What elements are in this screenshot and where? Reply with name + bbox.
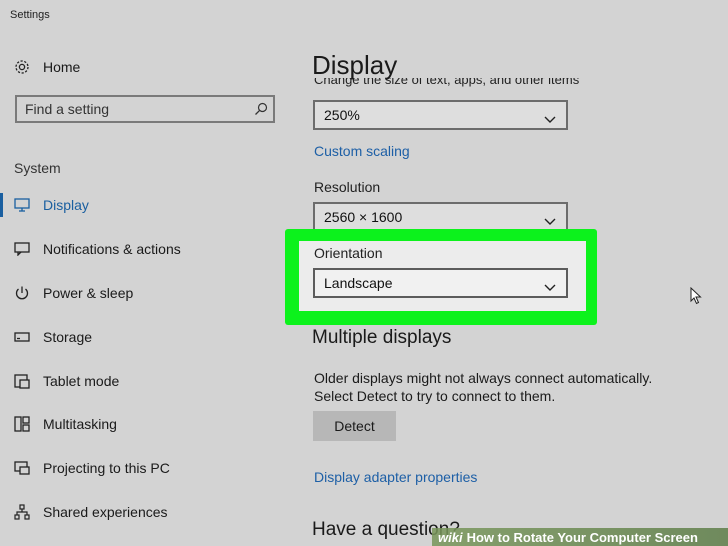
watermark-banner: wiki How to Rotate Your Computer Screen: [432, 528, 728, 546]
sidebar-item-label: Power & sleep: [43, 285, 134, 301]
sidebar-home-label: Home: [43, 59, 81, 75]
resolution-dropdown[interactable]: 2560 × 1600: [313, 202, 568, 232]
cursor-icon: [690, 286, 702, 310]
display-adapter-link[interactable]: Display adapter properties: [314, 469, 477, 485]
search-box[interactable]: [15, 95, 275, 123]
scale-dropdown[interactable]: 250%: [313, 100, 568, 130]
share-icon: [12, 503, 32, 521]
detect-button[interactable]: Detect: [313, 411, 396, 441]
sidebar-item-storage[interactable]: Storage: [12, 325, 92, 349]
sidebar-item-tablet[interactable]: Tablet mode: [12, 369, 119, 393]
window-title: Settings: [10, 9, 50, 21]
scale-value: 250%: [324, 107, 360, 123]
sidebar-home[interactable]: Home: [12, 55, 80, 79]
sidebar-item-shared[interactable]: Shared experiences: [12, 500, 168, 524]
orientation-label: Orientation: [314, 245, 383, 261]
custom-scaling-link[interactable]: Custom scaling: [314, 143, 410, 159]
chevron-down-icon: [544, 279, 556, 295]
page-title: Display: [312, 50, 398, 80]
multitasking-icon: [12, 415, 32, 433]
sidebar-item-label: Display: [43, 197, 89, 213]
sidebar-item-notifications[interactable]: Notifications & actions: [12, 237, 181, 261]
power-icon: [12, 284, 32, 302]
sidebar-item-label: Projecting to this PC: [43, 460, 170, 476]
sidebar-item-label: Shared experiences: [43, 504, 168, 520]
monitor-icon: [12, 196, 32, 214]
active-indicator: [0, 193, 3, 217]
watermark-brand: wiki: [438, 529, 463, 545]
chevron-down-icon: [544, 213, 556, 229]
sidebar-item-label: Multitasking: [43, 416, 117, 432]
orientation-value: Landscape: [324, 275, 393, 291]
sidebar-item-multitasking[interactable]: Multitasking: [12, 412, 117, 436]
gear-icon: [12, 58, 32, 76]
projector-icon: [12, 459, 32, 477]
search-input[interactable]: [25, 101, 245, 117]
sidebar-item-power[interactable]: Power & sleep: [12, 281, 133, 305]
notification-icon: [12, 240, 32, 258]
sidebar-item-projecting[interactable]: Projecting to this PC: [12, 456, 170, 480]
sidebar-item-display[interactable]: Display: [12, 193, 89, 217]
sidebar-item-label: Tablet mode: [43, 373, 120, 389]
multiple-displays-text: Older displays might not always connect …: [314, 370, 653, 404]
multiple-displays-heading: Multiple displays: [312, 327, 452, 348]
watermark-text: How to Rotate Your Computer Screen: [466, 529, 698, 545]
resolution-label: Resolution: [314, 179, 381, 195]
orientation-dropdown[interactable]: Landscape: [313, 268, 568, 298]
resolution-value: 2560 × 1600: [324, 209, 403, 225]
chevron-down-icon: [544, 111, 556, 127]
storage-icon: [12, 328, 32, 346]
search-icon[interactable]: [254, 102, 268, 121]
sidebar-item-label: Notifications & actions: [43, 241, 181, 257]
sidebar-item-label: Storage: [43, 329, 93, 345]
sidebar-section-label: System: [14, 160, 61, 176]
tablet-icon: [12, 372, 32, 390]
